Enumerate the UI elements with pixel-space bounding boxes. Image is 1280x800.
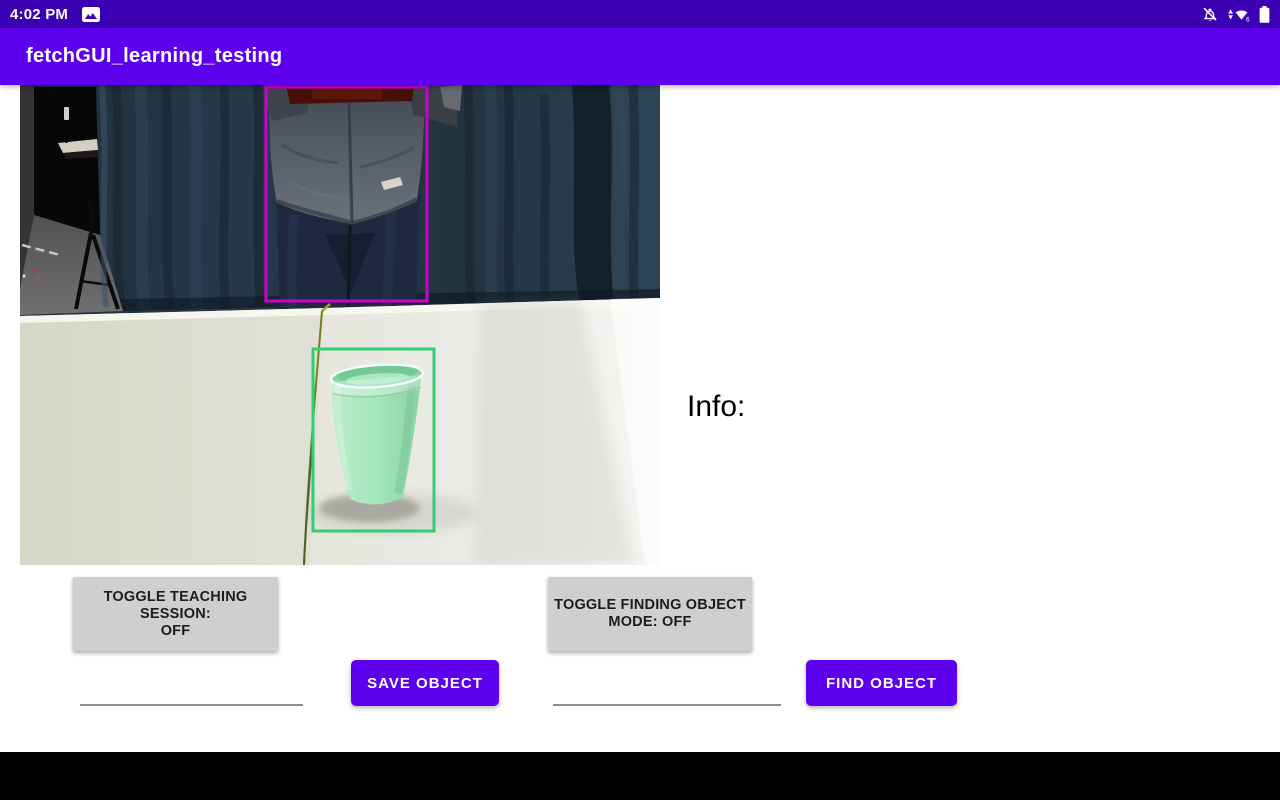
find-object-name-input[interactable] <box>553 668 781 706</box>
camera-preview <box>20 85 660 565</box>
toggle-teaching-label-line1: TOGGLE TEACHING SESSION: <box>103 588 248 622</box>
toggle-finding-label-line1: TOGGLE FINDING OBJECT <box>554 597 746 613</box>
battery-icon <box>1259 5 1270 23</box>
status-bar-left: 4:02 PM <box>10 5 101 23</box>
navigation-bar <box>0 752 1280 800</box>
app-bar: fetchGUI_learning_testing <box>0 28 1280 85</box>
table-left-shade <box>20 315 323 565</box>
status-time: 4:02 PM <box>10 5 69 23</box>
floor-speck <box>36 276 40 280</box>
info-label: Info: <box>687 390 746 423</box>
status-bar: 4:02 PM 6 <box>0 0 1280 28</box>
android-screen: 4:02 PM 6 fetchGUI_learning_testing Info… <box>0 0 1280 800</box>
status-bar-right: 6 <box>1201 5 1270 23</box>
save-object-button[interactable]: SAVE OBJECT <box>351 660 499 706</box>
wifi-traffic-icon: 6 <box>1228 8 1250 23</box>
toggle-finding-label-line2: MODE: OFF <box>608 614 692 630</box>
app-title: fetchGUI_learning_testing <box>26 45 283 67</box>
toggle-teaching-label-line2: OFF <box>160 622 191 639</box>
find-object-button[interactable]: FIND OBJECT <box>806 660 957 706</box>
notifications-off-icon <box>1203 7 1217 21</box>
teach-object-name-input[interactable] <box>80 668 303 706</box>
wifi-6-badge: 6 <box>1246 16 1250 23</box>
curtain-gap-fold <box>572 85 614 304</box>
floor-speck <box>22 274 26 278</box>
toggle-teaching-session-button[interactable]: TOGGLE TEACHING SESSION: OFF <box>73 577 278 651</box>
mic-clip <box>64 107 69 120</box>
curtain-edge-highlight <box>99 85 109 308</box>
screenshot-image-icon <box>82 6 101 22</box>
floor-speck <box>32 269 36 273</box>
toggle-finding-mode-button[interactable]: TOGGLE FINDING OBJECT MODE: OFF <box>548 577 752 651</box>
